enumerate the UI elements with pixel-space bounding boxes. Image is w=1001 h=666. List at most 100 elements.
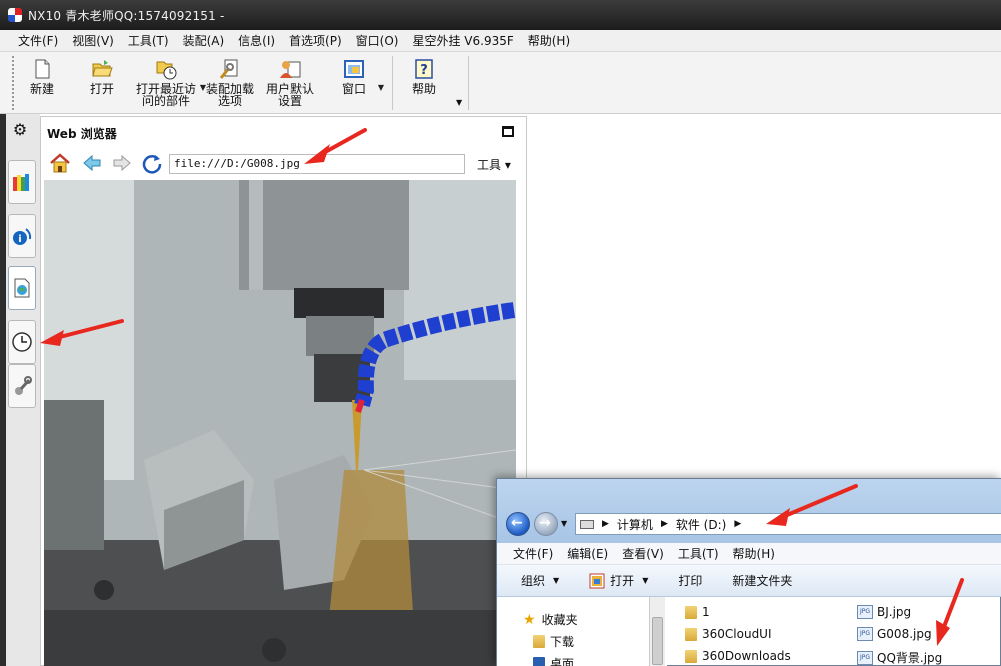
assembly-options-icon: [219, 59, 238, 79]
folder-icon: [685, 605, 697, 619]
menu-window[interactable]: 窗口(O): [356, 32, 399, 49]
help-icon: ?: [415, 59, 433, 79]
open-with-button[interactable]: 打开 ▼: [589, 572, 648, 589]
resource-tab-library[interactable]: [8, 160, 36, 204]
list-item[interactable]: JPG BJ.jpg: [857, 605, 911, 619]
forward-arrow-icon: →: [539, 515, 551, 531]
folder-icon: [685, 649, 697, 663]
menu-assembly[interactable]: 装配(A): [183, 32, 225, 49]
explorer-menu-edit[interactable]: 编辑(E): [567, 545, 608, 562]
clock-icon: [12, 332, 32, 352]
resource-bar-edge: [0, 114, 6, 666]
chevron-down-icon: ▼: [642, 576, 649, 585]
explorer-menu-tools[interactable]: 工具(T): [678, 545, 719, 562]
info-broadcast-icon: i: [13, 228, 32, 245]
svg-text:i: i: [18, 234, 21, 245]
explorer-menu-view[interactable]: 查看(V): [622, 545, 664, 562]
back-arrow-icon: ←: [511, 515, 523, 531]
toolbar-separator: [392, 56, 393, 110]
explorer-header: ← → ▼ ▶ 计算机 ▶ 软件 (D:) ▶: [497, 479, 1001, 543]
gear-icon[interactable]: ⚙: [8, 120, 32, 144]
toolbar-grip[interactable]: [12, 56, 14, 110]
ribbon-overflow-icon[interactable]: ▼: [456, 98, 462, 107]
explorer-menu-file[interactable]: 文件(F): [513, 545, 553, 562]
menu-preferences[interactable]: 首选项(P): [289, 32, 342, 49]
cnc-machine-photo: [44, 180, 516, 666]
nav-downloads[interactable]: 下载: [533, 633, 574, 650]
explorer-back-button[interactable]: ←: [506, 512, 530, 536]
menu-view[interactable]: 视图(V): [72, 32, 114, 49]
history-dropdown-icon[interactable]: ▼: [561, 519, 567, 528]
home-icon[interactable]: [49, 152, 71, 174]
jpg-file-icon: JPG: [857, 627, 873, 641]
print-button[interactable]: 打印: [678, 572, 702, 589]
forward-arrow-icon[interactable]: [111, 152, 133, 174]
menu-file[interactable]: 文件(F): [18, 32, 58, 49]
menu-bar: 文件(F) 视图(V) 工具(T) 装配(A) 信息(I) 首选项(P) 窗口(…: [0, 30, 1001, 52]
window-dropdown-icon[interactable]: ▼: [378, 82, 384, 94]
explorer-menu-help[interactable]: 帮助(H): [733, 545, 775, 562]
nav-favorites[interactable]: ★ 收藏夹: [523, 611, 578, 628]
desktop-icon: [533, 657, 545, 666]
explorer-address-bar[interactable]: ▶ 计算机 ▶ 软件 (D:) ▶: [575, 513, 1001, 535]
explorer-menu-bar: 文件(F) 编辑(E) 查看(V) 工具(T) 帮助(H): [497, 543, 1001, 565]
breadcrumb-separator-icon: ▶: [660, 519, 668, 529]
open-recent-button[interactable]: 打开最近访 问的部件 ▼: [134, 58, 206, 112]
breadcrumb-computer[interactable]: 计算机: [617, 516, 653, 533]
breadcrumb-drive-d[interactable]: 软件 (D:): [676, 516, 726, 533]
resource-bar: ⚙ i: [0, 114, 40, 666]
menu-plugin[interactable]: 星空外挂 V6.935F: [412, 32, 513, 49]
help-button[interactable]: ? 帮助: [408, 58, 440, 112]
resource-tab-history[interactable]: [8, 320, 36, 364]
folder-open-icon: [92, 60, 113, 77]
maximize-icon[interactable]: [502, 126, 514, 137]
toolbar-separator: [468, 56, 469, 110]
list-item[interactable]: JPG QQ背景.jpg: [857, 649, 942, 666]
explorer-nav-pane: ★ 收藏夹 下载 桌面: [497, 597, 667, 666]
open-button[interactable]: 打开: [86, 58, 118, 112]
menu-tools[interactable]: 工具(T): [128, 32, 169, 49]
chevron-down-icon: ▼: [553, 576, 560, 585]
window-button[interactable]: 窗口 ▼: [338, 58, 384, 112]
books-icon: [13, 174, 29, 191]
downloads-folder-icon: [533, 635, 545, 648]
image-viewer-icon: [589, 573, 605, 588]
assembly-load-options-button[interactable]: 装配加载 选项: [204, 58, 256, 112]
back-arrow-icon[interactable]: [81, 152, 103, 174]
new-button[interactable]: 新建: [26, 58, 58, 112]
list-item[interactable]: 360CloudUI: [685, 627, 772, 641]
list-item[interactable]: 1: [685, 605, 710, 619]
new-folder-button[interactable]: 新建文件夹: [732, 572, 792, 589]
refresh-icon[interactable]: [141, 152, 163, 174]
browser-nav-bar: file:///D:/G008.jpg 工具 ▾: [41, 149, 528, 177]
menu-info[interactable]: 信息(I): [238, 32, 275, 49]
organize-button[interactable]: 组织 ▼: [521, 572, 559, 589]
scrollbar-thumb[interactable]: [652, 617, 663, 665]
nav-pane-scrollbar[interactable]: [649, 597, 665, 666]
web-browser-title: Web 浏览器: [47, 127, 117, 141]
toolbar-ribbon: 新建 打开 打开最近访 问的部件 ▼ 装配加载 选项 用户默认 设置 窗口 ▼ …: [0, 52, 1001, 114]
nav-desktop[interactable]: 桌面: [533, 655, 574, 666]
jpg-file-icon: JPG: [857, 605, 873, 619]
recent-parts-icon: [156, 61, 177, 80]
list-item[interactable]: JPG G008.jpg: [857, 627, 932, 641]
explorer-command-bar: 组织 ▼ 打开 ▼ 打印 新建文件夹: [497, 565, 1001, 597]
window-title: NX10 青木老师QQ:1574092151 -: [28, 8, 225, 23]
explorer-file-list: 1 360CloudUI 360Downloads JPG BJ.jpg JPG G…: [667, 597, 1001, 666]
url-input[interactable]: file:///D:/G008.jpg: [169, 154, 465, 174]
breadcrumb-separator-icon[interactable]: ▶: [734, 519, 741, 529]
nx-logo-icon: [8, 8, 22, 22]
explorer-forward-button[interactable]: →: [534, 512, 558, 536]
web-browser-panel: Web 浏览器 file:///D:/G008.jpg 工具 ▾: [40, 116, 527, 666]
user-defaults-button[interactable]: 用户默认 设置: [264, 58, 316, 112]
menu-help[interactable]: 帮助(H): [528, 32, 570, 49]
resource-tab-web-browser[interactable]: [8, 266, 36, 310]
user-defaults-icon: [280, 61, 301, 78]
breadcrumb-separator-icon: ▶: [602, 519, 609, 529]
displayed-image-cnc-milling: [44, 180, 516, 666]
resource-tab-roles[interactable]: [8, 364, 36, 408]
browser-tools-menu[interactable]: 工具 ▾: [477, 156, 511, 173]
list-item[interactable]: 360Downloads: [685, 649, 791, 663]
new-file-icon: [35, 59, 50, 79]
resource-tab-info[interactable]: i: [8, 214, 36, 258]
